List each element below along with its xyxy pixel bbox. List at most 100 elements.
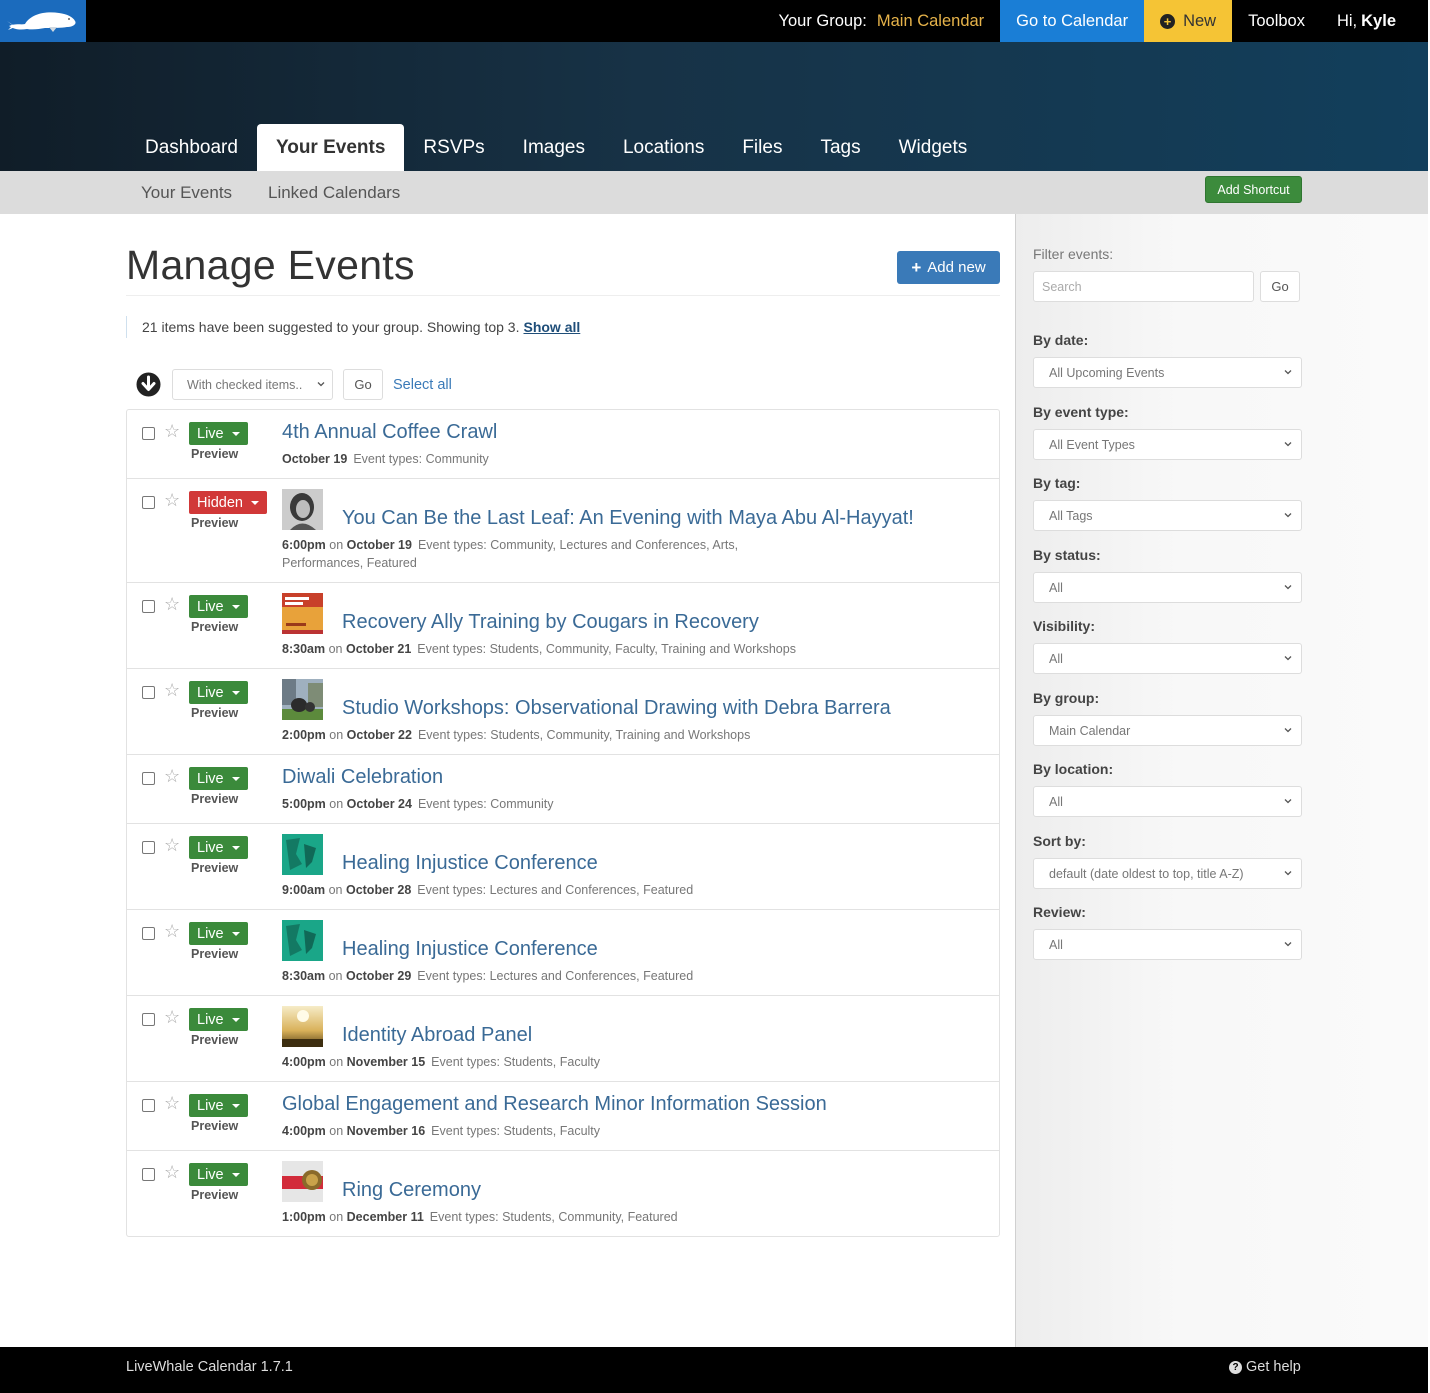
header-banner: Dashboard Your Events RSVPs Images Locat… [0, 42, 1428, 171]
caret-down-icon [250, 500, 259, 505]
event-meta: 8:30am on October 21 Event types: Student… [282, 640, 989, 658]
subnav-your-events[interactable]: Your Events [141, 171, 232, 214]
tab-dashboard[interactable]: Dashboard [126, 124, 257, 171]
whale-logo-icon[interactable] [0, 0, 86, 42]
event-checkbox[interactable] [142, 927, 155, 940]
preview-link[interactable]: Preview [191, 447, 238, 461]
star-icon[interactable]: ☆ [164, 767, 180, 785]
search-input[interactable]: Search [1033, 271, 1254, 302]
get-help-link[interactable]: ? Get help [1229, 1359, 1301, 1375]
star-icon[interactable]: ☆ [164, 422, 180, 440]
status-dropdown[interactable]: Live [189, 1008, 248, 1031]
status-dropdown[interactable]: Hidden [189, 491, 267, 514]
filter-events-label: Filter events: [1033, 246, 1114, 262]
new-button[interactable]: + New [1144, 0, 1233, 42]
preview-link[interactable]: Preview [191, 1119, 238, 1133]
star-icon[interactable]: ☆ [164, 595, 180, 613]
status-dropdown[interactable]: Live [189, 1163, 248, 1186]
tab-files[interactable]: Files [723, 124, 801, 171]
event-title[interactable]: Diwali Celebration [282, 766, 443, 788]
preview-link[interactable]: Preview [191, 706, 238, 720]
preview-link[interactable]: Preview [191, 1033, 238, 1047]
search-go-button[interactable]: Go [1260, 271, 1300, 302]
filter-select[interactable]: All [1033, 643, 1302, 674]
event-title[interactable]: Studio Workshops: Observational Drawing … [342, 697, 891, 719]
event-checkbox[interactable] [142, 772, 155, 785]
status-dropdown[interactable]: Live [189, 681, 248, 704]
event-row: ☆ Live Preview Identity Abroad Panel 4:0… [127, 996, 999, 1082]
preview-link[interactable]: Preview [191, 516, 238, 530]
status-dropdown[interactable]: Live [189, 922, 248, 945]
tab-widgets[interactable]: Widgets [880, 124, 987, 171]
event-title[interactable]: Recovery Ally Training by Cougars in Rec… [342, 611, 759, 633]
subnav-linked-calendars[interactable]: Linked Calendars [268, 171, 400, 214]
event-checkbox[interactable] [142, 496, 155, 509]
filter-select[interactable]: All [1033, 786, 1302, 817]
star-icon[interactable]: ☆ [164, 681, 180, 699]
tab-images[interactable]: Images [504, 124, 604, 171]
filter-select[interactable]: All Tags [1033, 500, 1302, 531]
with-checked-select[interactable]: With checked items.. [172, 369, 333, 400]
bulk-go-button[interactable]: Go [343, 369, 383, 400]
event-types: Students, Faculty [503, 1055, 601, 1069]
filter-select[interactable]: All [1033, 572, 1302, 603]
event-date: October 19 [282, 452, 348, 466]
event-checkbox[interactable] [142, 427, 155, 440]
filter-value: All Upcoming Events [1049, 365, 1165, 380]
event-title[interactable]: You Can Be the Last Leaf: An Evening wit… [342, 507, 914, 529]
event-title[interactable]: 4th Annual Coffee Crawl [282, 421, 497, 443]
star-icon[interactable]: ☆ [164, 1163, 180, 1181]
status-label: Live [197, 684, 224, 701]
with-checked-value: With checked items.. [187, 377, 303, 392]
chevron-down-icon [1284, 942, 1292, 947]
tab-your-events[interactable]: Your Events [256, 124, 405, 171]
event-title[interactable]: Ring Ceremony [342, 1179, 481, 1201]
filter-select[interactable]: All Upcoming Events [1033, 357, 1302, 388]
toolbox-menu[interactable]: Toolbox [1232, 0, 1321, 42]
status-dropdown[interactable]: Live [189, 767, 248, 790]
star-icon[interactable]: ☆ [164, 836, 180, 854]
event-title[interactable]: Healing Injustice Conference [342, 852, 598, 874]
event-title[interactable]: Healing Injustice Conference [342, 938, 598, 960]
status-dropdown[interactable]: Live [189, 1094, 248, 1117]
filter-select[interactable]: Main Calendar [1033, 715, 1302, 746]
event-checkbox[interactable] [142, 841, 155, 854]
filter-select[interactable]: default (date oldest to top, title A-Z) [1033, 858, 1302, 889]
add-shortcut-button[interactable]: Add Shortcut [1205, 176, 1302, 203]
star-icon[interactable]: ☆ [164, 922, 180, 940]
add-new-button[interactable]: + Add new [897, 251, 1000, 284]
group-selector[interactable]: Main Calendar [873, 0, 1000, 42]
go-to-calendar-button[interactable]: Go to Calendar [1000, 0, 1145, 42]
event-title[interactable]: Identity Abroad Panel [342, 1024, 532, 1046]
event-checkbox[interactable] [142, 686, 155, 699]
status-dropdown[interactable]: Live [189, 422, 248, 445]
show-all-link[interactable]: Show all [523, 319, 580, 335]
preview-link[interactable]: Preview [191, 792, 238, 806]
event-checkbox[interactable] [142, 1168, 155, 1181]
event-types-label: Event types: [431, 1124, 500, 1138]
tab-tags[interactable]: Tags [801, 124, 879, 171]
tab-locations[interactable]: Locations [604, 124, 723, 171]
preview-link[interactable]: Preview [191, 861, 238, 875]
event-types-label: Event types: [417, 642, 487, 656]
filter-select[interactable]: All Event Types [1033, 429, 1302, 460]
star-icon[interactable]: ☆ [164, 1008, 180, 1026]
event-checkbox[interactable] [142, 1099, 155, 1112]
event-meta: 9:00am on October 28 Event types: Lecture… [282, 881, 989, 899]
tab-rsvps[interactable]: RSVPs [404, 124, 503, 171]
star-icon[interactable]: ☆ [164, 491, 180, 509]
event-checkbox[interactable] [142, 600, 155, 613]
select-all-link[interactable]: Select all [393, 377, 452, 393]
filter-value: All Event Types [1049, 437, 1135, 452]
preview-link[interactable]: Preview [191, 1188, 238, 1202]
status-dropdown[interactable]: Live [189, 595, 248, 618]
user-menu[interactable]: Hi, Kyle [1321, 0, 1428, 42]
preview-link[interactable]: Preview [191, 947, 238, 961]
filter-select[interactable]: All [1033, 929, 1302, 960]
event-checkbox[interactable] [142, 1013, 155, 1026]
preview-link[interactable]: Preview [191, 620, 238, 634]
star-icon[interactable]: ☆ [164, 1094, 180, 1112]
status-dropdown[interactable]: Live [189, 836, 248, 859]
event-title[interactable]: Global Engagement and Research Minor Inf… [282, 1093, 827, 1115]
status-label: Hidden [197, 494, 243, 511]
